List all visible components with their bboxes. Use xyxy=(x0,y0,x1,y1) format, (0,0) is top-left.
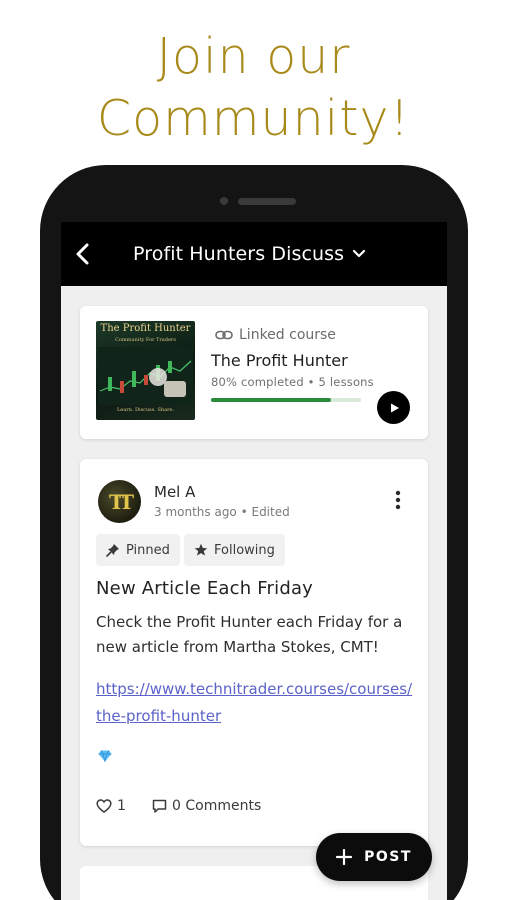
comment-icon xyxy=(152,799,167,813)
thumbnail-subtitle: Community For Traders xyxy=(115,337,176,343)
course-progress-bar xyxy=(211,398,361,402)
pin-icon xyxy=(106,544,119,557)
like-count: 1 xyxy=(117,798,126,814)
new-post-label: POST xyxy=(364,849,412,865)
link-icon xyxy=(215,330,233,340)
gem-icon xyxy=(98,750,112,762)
phone-speaker xyxy=(238,198,296,205)
back-arrow-icon[interactable] xyxy=(73,242,93,266)
comments-button[interactable]: 0 Comments xyxy=(152,798,261,814)
course-title: The Profit Hunter xyxy=(211,351,348,370)
course-progress-fill xyxy=(211,398,331,402)
linked-course-label-row: Linked course xyxy=(215,327,336,343)
pinned-chip[interactable]: Pinned xyxy=(96,534,180,566)
post-card[interactable]: TT Mel A 3 months ago • Edited Pinned Fo… xyxy=(80,459,428,846)
phone-camera xyxy=(220,197,228,205)
promo-headline-line2: Community! xyxy=(96,90,411,147)
play-course-button[interactable] xyxy=(377,391,410,424)
app-bar: Profit Hunters Discuss xyxy=(61,222,447,286)
space-selector[interactable]: Profit Hunters Discuss xyxy=(133,241,366,267)
pinned-chip-label: Pinned xyxy=(126,542,170,558)
post-link[interactable]: https://www.technitrader.courses/courses… xyxy=(96,676,416,730)
avatar-monogram: TT xyxy=(108,489,134,514)
promo-headline-line1: Join our xyxy=(156,28,351,85)
linked-course-card[interactable]: The Profit Hunter Community For Traders … xyxy=(80,306,428,439)
linked-course-label: Linked course xyxy=(239,327,336,343)
course-progress-text: 80% completed • 5 lessons xyxy=(211,375,374,389)
post-title: New Article Each Friday xyxy=(96,578,314,599)
post-body: Check the Profit Hunter each Friday for … xyxy=(96,613,403,656)
promo-headline: Join our Community! xyxy=(0,26,507,150)
like-button[interactable]: 1 xyxy=(96,798,126,814)
app-screen: Profit Hunters Discuss The Profit Hunter… xyxy=(61,222,447,900)
heart-icon xyxy=(96,799,112,813)
chevron-down-icon xyxy=(353,249,366,258)
thumbnail-footer: Learn. Discuss. Share. xyxy=(116,407,175,413)
new-post-button[interactable]: POST xyxy=(316,833,432,881)
play-icon xyxy=(390,403,399,412)
post-timestamp: 3 months ago • Edited xyxy=(154,505,290,519)
more-options-icon[interactable] xyxy=(390,489,406,511)
comment-count: 0 Comments xyxy=(172,798,262,814)
following-chip[interactable]: Following xyxy=(184,534,285,566)
candlestick-chart-graphic xyxy=(98,347,193,405)
author-avatar[interactable]: TT xyxy=(98,480,141,523)
course-thumbnail: The Profit Hunter Community For Traders … xyxy=(96,321,195,420)
following-chip-label: Following xyxy=(214,542,275,558)
plus-icon xyxy=(336,849,353,865)
app-bar-title: Profit Hunters Discuss xyxy=(133,243,345,265)
author-name[interactable]: Mel A xyxy=(154,483,195,501)
star-icon xyxy=(194,543,208,556)
thumbnail-title: The Profit Hunter xyxy=(100,323,191,334)
